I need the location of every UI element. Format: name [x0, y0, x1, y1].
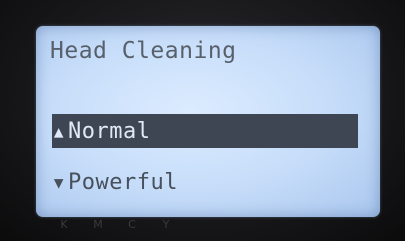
menu-item-label: Powerful	[68, 169, 178, 195]
device-bezel: Head Cleaning ▲ Normal ▼ Powerful K M C …	[0, 0, 405, 241]
menu-item-powerful[interactable]: ▼ Powerful	[52, 165, 178, 199]
lcd-screen: Head Cleaning ▲ Normal ▼ Powerful	[36, 26, 380, 217]
screen-title: Head Cleaning	[50, 38, 237, 64]
menu-item-normal[interactable]: ▲ Normal	[52, 114, 358, 148]
ink-color-labels: K M C Y	[58, 218, 172, 231]
arrow-up-icon: ▲	[53, 121, 65, 141]
ink-label-m: M	[93, 218, 103, 231]
menu-item-label: Normal	[68, 118, 151, 144]
ink-label-y: Y	[162, 218, 170, 231]
arrow-down-icon: ▼	[53, 172, 65, 192]
ink-label-k: K	[60, 218, 68, 231]
ink-label-c: C	[128, 218, 136, 231]
